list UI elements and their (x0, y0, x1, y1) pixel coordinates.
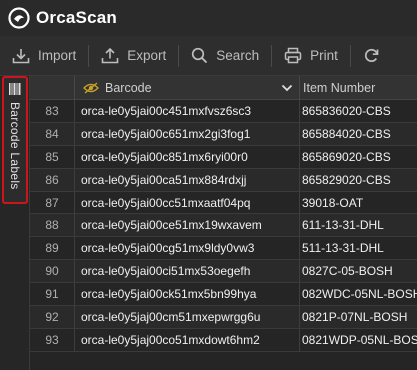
barcode-cell[interactable]: orca-le0y5jai00cc51mxaatf04pq (75, 191, 300, 214)
import-label: Import (38, 48, 77, 63)
item-number-cell[interactable]: 0821WDP-05NL-BOSH (300, 329, 417, 351)
item-number-cell[interactable]: 082WDC-05NL-BOSH (300, 283, 417, 305)
table-row[interactable]: 91 orca-le0y5jai00ck51mx5bn99hya 082WDC-… (30, 283, 417, 307)
barcode-labels-tab[interactable]: Barcode Labels (2, 76, 28, 204)
row-number: 83 (30, 100, 75, 122)
column-header-barcode[interactable]: Barcode (75, 76, 300, 100)
row-number: 91 (30, 283, 75, 306)
item-number-cell[interactable]: 0827C-05-BOSH (300, 260, 417, 282)
chevron-down-icon[interactable] (281, 84, 293, 92)
barcode-cell[interactable]: orca-le0y5jaj00co51mxdowt6hm2 (75, 328, 300, 351)
table-row[interactable]: 83 orca-le0y5jai00c451mxfvsz6sc3 8658360… (30, 100, 417, 123)
import-icon (12, 48, 30, 63)
barcode-cell[interactable]: orca-le0y5jai00ca51mx884rdxjj (75, 168, 300, 191)
item-number-cell[interactable]: 865869020-CBS (300, 146, 417, 168)
barcode-cell[interactable]: orca-le0y5jai00ce51mx19wxavem (75, 214, 300, 237)
refresh-icon (364, 48, 379, 62)
row-number: 86 (30, 168, 75, 191)
barcode-cell[interactable]: orca-le0y5jai00c851mx6ryi00r0 (75, 145, 300, 168)
column-header-item-number[interactable]: Item Number (300, 76, 417, 100)
barcode-column-label: Barcode (105, 81, 152, 95)
search-label: Search (216, 48, 260, 63)
search-icon (192, 47, 208, 64)
barcode-cell[interactable]: orca-le0y5jaj00cm51mxepwrgg6u (75, 306, 300, 329)
item-number-cell[interactable]: 39018-OAT (300, 192, 417, 214)
row-number: 90 (30, 260, 75, 283)
refresh-button[interactable] (351, 36, 400, 76)
toolbar: Import Export Search Print (0, 36, 417, 76)
grid-body: 83 orca-le0y5jai00c451mxfvsz6sc3 8658360… (30, 100, 417, 352)
table-row[interactable]: 86 orca-le0y5jai00ca51mx884rdxjj 8658290… (30, 168, 417, 192)
print-label: Print (310, 48, 338, 63)
table-row[interactable]: 88 orca-le0y5jai00ce51mx19wxavem 611-13-… (30, 214, 417, 238)
row-number: 87 (30, 191, 75, 214)
barcode-cell[interactable]: orca-le0y5jai00c451mxfvsz6sc3 (75, 100, 300, 122)
table-row[interactable]: 90 orca-le0y5jai00ci51mx53oegefh 0827C-0… (30, 260, 417, 284)
data-grid: Barcode Item Number 83 orca-le0y5jai00c4… (30, 76, 417, 370)
barcode-icon (9, 83, 21, 95)
import-button[interactable]: Import (0, 36, 88, 76)
barcode-labels-tab-label: Barcode Labels (8, 102, 22, 190)
orca-logo-icon (8, 7, 30, 29)
row-number: 93 (30, 328, 75, 351)
item-number-cell[interactable]: 0821P-07NL-BOSH (300, 306, 417, 328)
item-number-cell[interactable]: 865836020-CBS (300, 100, 417, 122)
print-button[interactable]: Print (272, 36, 350, 76)
row-number: 92 (30, 306, 75, 329)
row-number: 84 (30, 122, 75, 145)
item-number-cell[interactable]: 511-13-31-DHL (300, 237, 417, 259)
barcode-cell[interactable]: orca-le0y5jai00c651mx2gi3fog1 (75, 122, 300, 145)
table-row[interactable]: 92 orca-le0y5jaj00cm51mxepwrgg6u 0821P-0… (30, 306, 417, 329)
barcode-cell[interactable]: orca-le0y5jai00ci51mx53oegefh (75, 260, 300, 283)
app-header: OrcaScan (0, 0, 417, 36)
table-row[interactable]: 85 orca-le0y5jai00c851mx6ryi00r0 8658690… (30, 145, 417, 169)
printer-icon (284, 47, 302, 64)
export-button[interactable]: Export (89, 36, 178, 76)
barcode-cell[interactable]: orca-le0y5jai00ck51mx5bn99hya (75, 283, 300, 306)
row-number: 85 (30, 145, 75, 168)
table-row[interactable]: 93 orca-le0y5jaj00co51mxdowt6hm2 0821WDP… (30, 328, 417, 352)
item-number-cell[interactable]: 611-13-31-DHL (300, 214, 417, 236)
eye-hidden-icon (83, 82, 99, 94)
row-number-header (30, 76, 75, 100)
app-name: OrcaScan (36, 8, 117, 27)
grid-header: Barcode Item Number (30, 76, 417, 100)
barcode-cell[interactable]: orca-le0y5jai00cg51mx9ldy0vw3 (75, 237, 300, 260)
item-number-cell[interactable]: 865884020-CBS (300, 123, 417, 145)
table-row[interactable]: 84 orca-le0y5jai00c651mx2gi3fog1 8658840… (30, 122, 417, 146)
item-number-cell[interactable]: 865829020-CBS (300, 169, 417, 191)
item-number-column-label: Item Number (303, 81, 376, 95)
row-number: 89 (30, 237, 75, 260)
row-number: 88 (30, 214, 75, 237)
table-row[interactable]: 89 orca-le0y5jai00cg51mx9ldy0vw3 511-13-… (30, 237, 417, 261)
table-row[interactable]: 87 orca-le0y5jai00cc51mxaatf04pq 39018-O… (30, 191, 417, 215)
export-icon (101, 47, 119, 63)
export-label: Export (127, 48, 167, 63)
search-button[interactable]: Search (179, 36, 271, 76)
